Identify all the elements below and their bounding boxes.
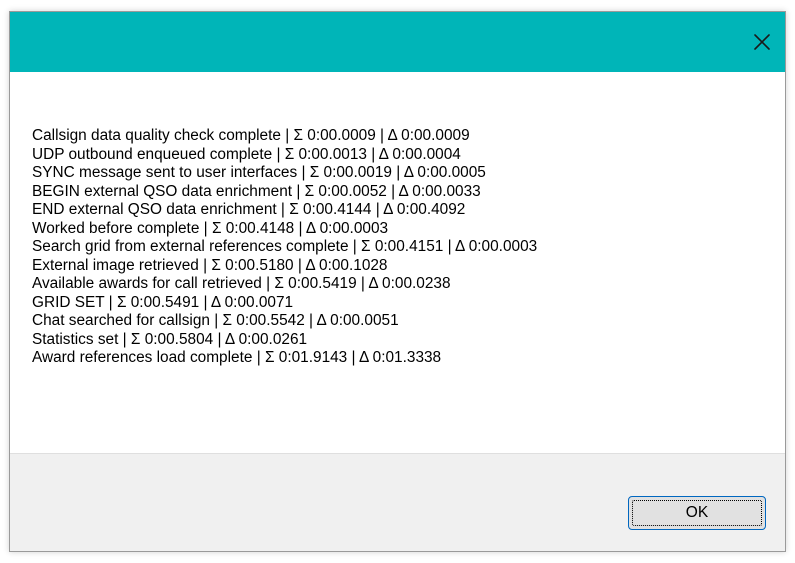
log-line: Chat searched for callsign | Σ 0:00.5542… bbox=[32, 312, 399, 329]
log-line: GRID SET | Σ 0:00.5491 | Δ 0:00.0071 bbox=[32, 293, 294, 311]
ok-button-label: OK bbox=[685, 504, 709, 521]
log-line: Callsign data quality check complete | Σ… bbox=[32, 127, 470, 144]
log-line: Available awards for call retrieved | Σ … bbox=[32, 275, 451, 292]
log-line: Search grid from external references com… bbox=[32, 238, 538, 255]
log-line: Award references load complete | Σ 0:01.… bbox=[32, 349, 442, 366]
message-content: Callsign data quality check complete | Σ… bbox=[10, 72, 785, 455]
log-line: BEGIN external QSO data enrichment | Σ 0… bbox=[32, 182, 481, 200]
log-line: Worked before complete | Σ 0:00.4148 | Δ… bbox=[32, 219, 389, 237]
log-line: SYNC message sent to user interfaces | Σ… bbox=[32, 164, 486, 181]
log-line: External image retrieved | Σ 0:00.5180 |… bbox=[32, 256, 388, 274]
timing-log: Callsign data quality check complete | Σ… bbox=[32, 127, 537, 368]
ok-button[interactable]: OK bbox=[628, 496, 766, 530]
log-line: END external QSO data enrichment | Σ 0:0… bbox=[32, 201, 466, 218]
close-icon bbox=[754, 34, 770, 50]
close-button[interactable] bbox=[739, 12, 785, 72]
log-line: Statistics set | Σ 0:00.5804 | Δ 0:00.02… bbox=[32, 330, 308, 348]
title-bar bbox=[10, 12, 785, 72]
button-footer: OK bbox=[10, 453, 785, 551]
message-dialog: Callsign data quality check complete | Σ… bbox=[9, 11, 786, 552]
log-line: UDP outbound enqueued complete | Σ 0:00.… bbox=[32, 145, 461, 163]
